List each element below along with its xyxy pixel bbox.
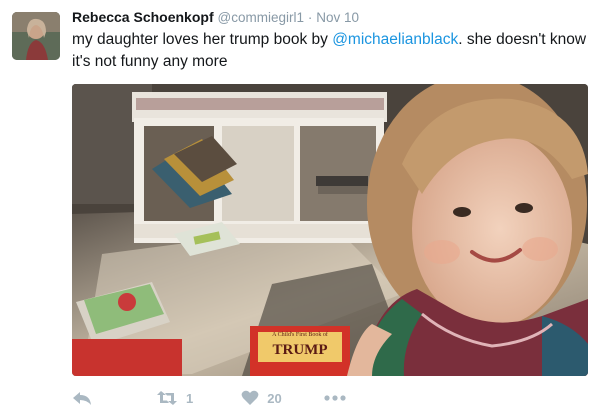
retweet-button[interactable]: 1	[156, 390, 193, 406]
tweet-text: my daughter loves her trump book by @mic…	[72, 29, 587, 73]
more-icon	[324, 395, 346, 401]
tweet-actions: 1 20	[72, 386, 346, 410]
more-button[interactable]	[324, 395, 346, 401]
tweet-text-before: my daughter loves her trump book by	[72, 31, 333, 48]
book-cover-title: TRUMP	[273, 342, 328, 358]
user-handle[interactable]: @commiegirl1	[218, 10, 304, 25]
retweet-icon	[157, 391, 177, 405]
avatar-image	[12, 12, 60, 60]
separator: ·	[307, 10, 313, 25]
display-name[interactable]: Rebecca Schoenkopf	[72, 9, 214, 25]
like-count: 20	[267, 390, 282, 406]
reply-icon	[73, 392, 91, 405]
reply-button[interactable]	[72, 390, 92, 406]
mention-link[interactable]: @michaelianblack	[332, 31, 458, 48]
tweet-header: Rebecca Schoenkopf @commiegirl1 · Nov 10	[72, 9, 359, 25]
heart-icon	[241, 390, 259, 405]
timestamp[interactable]: Nov 10	[316, 10, 359, 25]
photo-scene: A Child's First Book of TRUMP	[72, 84, 588, 376]
like-button[interactable]: 20	[241, 390, 282, 406]
avatar[interactable]	[12, 12, 60, 60]
tweet-photo[interactable]: A Child's First Book of TRUMP	[72, 84, 588, 376]
retweet-count: 1	[186, 390, 194, 406]
book-cover-subtitle: A Child's First Book of	[272, 331, 328, 338]
